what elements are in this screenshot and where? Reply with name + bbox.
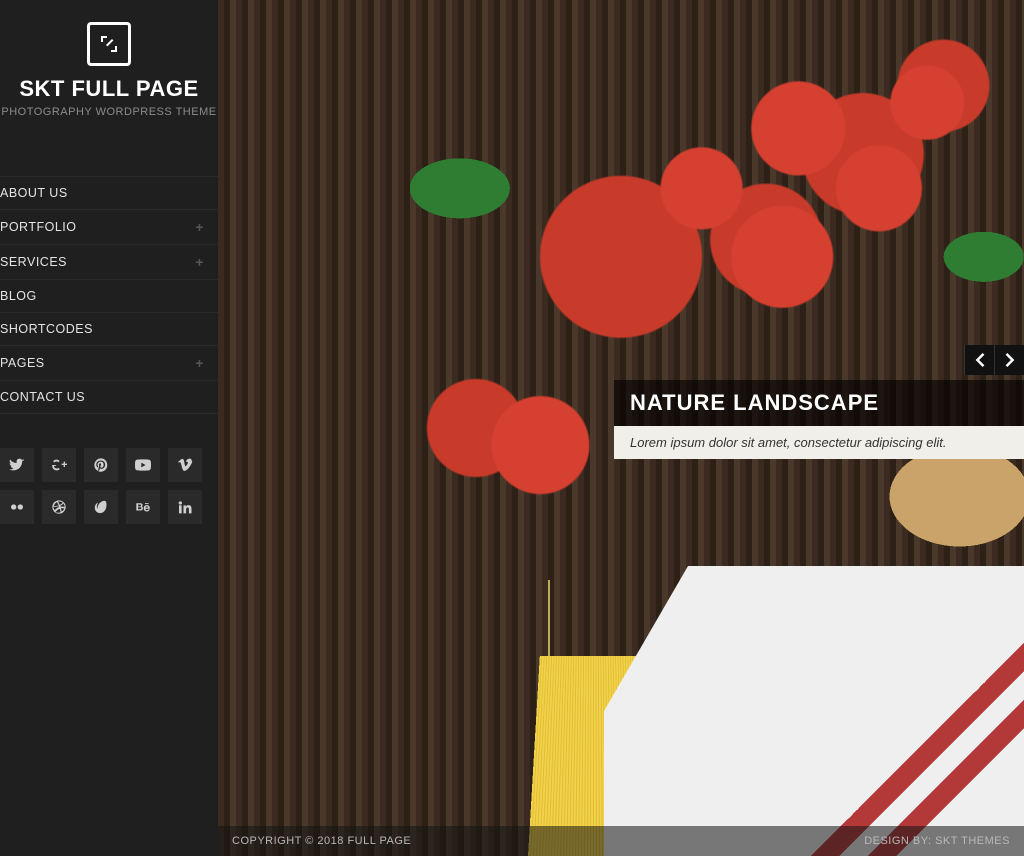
expand-icon: + bbox=[195, 355, 204, 371]
nav-item-blog[interactable]: BLOG bbox=[0, 279, 218, 312]
site-title: SKT FULL PAGE bbox=[0, 76, 218, 102]
footer: COPYRIGHT © 2018 FULL PAGE DESIGN BY: SK… bbox=[218, 826, 1024, 856]
nav-label: ABOUT US bbox=[0, 186, 68, 200]
hero-slider: NATURE LANDSCAPE Lorem ipsum dolor sit a… bbox=[218, 0, 1024, 856]
nav-label: BLOG bbox=[0, 289, 37, 303]
pinterest-icon[interactable] bbox=[84, 448, 118, 482]
youtube-icon[interactable] bbox=[126, 448, 160, 482]
social-links bbox=[0, 448, 218, 524]
nav-item-about-us[interactable]: ABOUT US bbox=[0, 176, 218, 209]
vimeo-icon[interactable] bbox=[168, 448, 202, 482]
dribbble-icon[interactable] bbox=[42, 490, 76, 524]
nav-label: SHORTCODES bbox=[0, 322, 93, 336]
google-plus-icon[interactable] bbox=[42, 448, 76, 482]
envato-icon[interactable] bbox=[84, 490, 118, 524]
site-tagline: PHOTOGRAPHY WORDPRESS THEME bbox=[0, 106, 218, 118]
nav-label: CONTACT US bbox=[0, 390, 85, 404]
nav-label: PAGES bbox=[0, 356, 45, 370]
expand-icon: + bbox=[195, 219, 204, 235]
flickr-icon[interactable] bbox=[0, 490, 34, 524]
nav-item-contact-us[interactable]: CONTACT US bbox=[0, 380, 218, 414]
logo-block: SKT FULL PAGE PHOTOGRAPHY WORDPRESS THEM… bbox=[0, 0, 218, 128]
nav-item-pages[interactable]: PAGES + bbox=[0, 345, 218, 380]
hero-image-detail bbox=[604, 566, 1024, 856]
sidebar: SKT FULL PAGE PHOTOGRAPHY WORDPRESS THEM… bbox=[0, 0, 218, 856]
footer-copyright: COPYRIGHT © 2018 FULL PAGE bbox=[232, 835, 411, 847]
caption-text: Lorem ipsum dolor sit amet, consectetur … bbox=[614, 426, 1024, 459]
nav-label: PORTFOLIO bbox=[0, 220, 77, 234]
slider-caption: NATURE LANDSCAPE Lorem ipsum dolor sit a… bbox=[614, 380, 1024, 459]
linkedin-icon[interactable] bbox=[168, 490, 202, 524]
nav-item-portfolio[interactable]: PORTFOLIO + bbox=[0, 209, 218, 244]
behance-icon[interactable] bbox=[126, 490, 160, 524]
expand-icon: + bbox=[195, 254, 204, 270]
nav-item-shortcodes[interactable]: SHORTCODES bbox=[0, 312, 218, 345]
footer-credit: DESIGN BY: SKT THEMES bbox=[864, 835, 1010, 847]
caption-title: NATURE LANDSCAPE bbox=[614, 380, 1024, 426]
slider-next-button[interactable] bbox=[994, 345, 1024, 375]
primary-nav: ABOUT US PORTFOLIO + SERVICES + BLOG SHO… bbox=[0, 176, 218, 414]
nav-item-services[interactable]: SERVICES + bbox=[0, 244, 218, 279]
slider-prev-button[interactable] bbox=[964, 345, 994, 375]
slider-nav bbox=[964, 345, 1024, 375]
logo-icon[interactable] bbox=[87, 22, 131, 66]
twitter-icon[interactable] bbox=[0, 448, 34, 482]
nav-label: SERVICES bbox=[0, 255, 67, 269]
